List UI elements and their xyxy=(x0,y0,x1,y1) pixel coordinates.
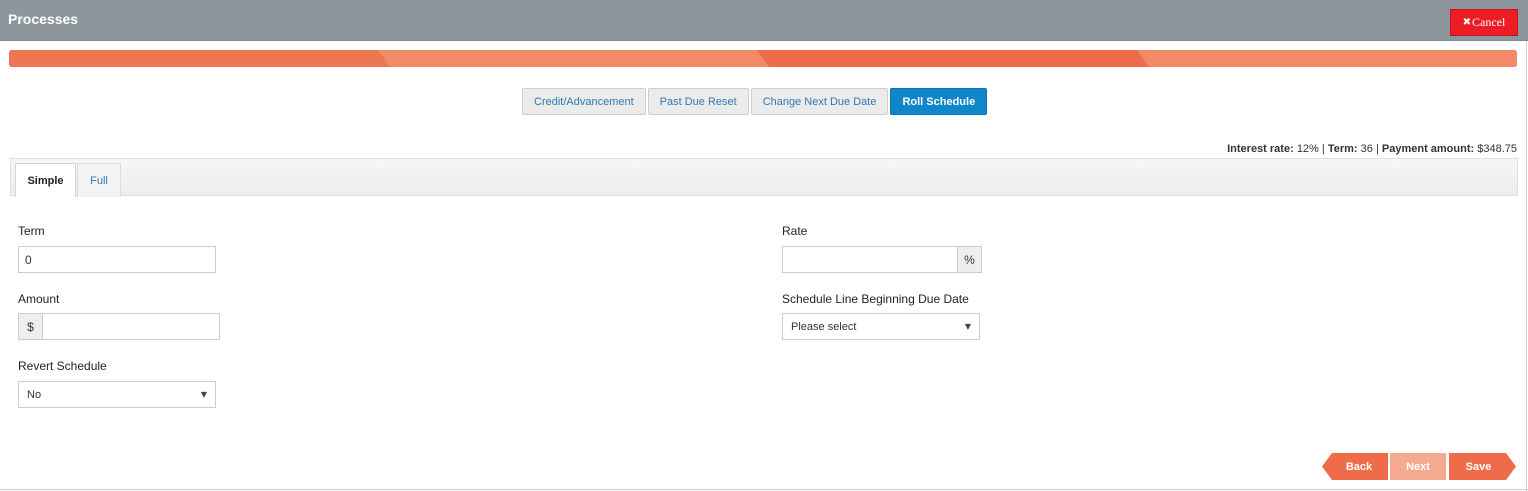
amount-field-label: Amount xyxy=(18,292,60,306)
change-next-due-date-button[interactable]: Change Next Due Date xyxy=(750,88,889,115)
roll-schedule-button[interactable]: Roll Schedule xyxy=(890,88,988,115)
separator-2: | xyxy=(1375,143,1379,155)
amount-input[interactable] xyxy=(42,313,220,340)
schedule-line-select[interactable]: Please select ▼ xyxy=(782,313,980,340)
loan-summary: Interest rate: 12% | Term: 36 | Payment … xyxy=(1227,143,1517,155)
separator-1: | xyxy=(1321,143,1325,155)
progress-segment-1 xyxy=(9,50,390,67)
rate-field-label: Rate xyxy=(782,224,808,238)
term-input[interactable]: 0 xyxy=(18,246,216,273)
term-field-label: Term xyxy=(18,224,45,238)
back-button[interactable]: Back xyxy=(1322,453,1388,480)
interest-rate-value: 12% xyxy=(1296,143,1319,155)
bottom-divider xyxy=(0,489,1528,490)
tab-full[interactable]: Full xyxy=(77,163,121,197)
term-label: Term: xyxy=(1327,143,1358,155)
progress-segment-2 xyxy=(378,50,769,67)
wizard-progress-bar xyxy=(9,50,1517,67)
interest-rate-label: Interest rate: xyxy=(1227,143,1294,155)
credit-advancement-button[interactable]: Credit/Advancement xyxy=(522,88,646,115)
progress-segment-3 xyxy=(757,50,1149,67)
save-button[interactable]: Save xyxy=(1449,453,1516,480)
close-icon: ✖ xyxy=(1462,17,1472,28)
cancel-button-label: Cancel xyxy=(1472,15,1506,29)
rate-input[interactable] xyxy=(782,246,959,273)
term-value: 36 xyxy=(1360,143,1373,155)
chevron-down-icon: ▼ xyxy=(964,322,971,331)
past-due-reset-button[interactable]: Past Due Reset xyxy=(647,88,749,115)
schedule-line-selected: Please select xyxy=(791,320,857,333)
progress-segment-4 xyxy=(1137,50,1517,67)
cancel-button[interactable]: ✖ Cancel xyxy=(1450,9,1518,36)
payment-amount-value: $348.75 xyxy=(1477,143,1517,155)
revert-schedule-select[interactable]: No ▼ xyxy=(18,381,216,408)
chevron-down-icon: ▼ xyxy=(200,390,207,399)
tabs-bar: Simple Full xyxy=(10,158,1518,197)
tab-simple[interactable]: Simple xyxy=(15,163,76,197)
next-button[interactable]: Next xyxy=(1390,453,1446,480)
revert-schedule-field-label: Revert Schedule xyxy=(18,359,107,373)
right-divider xyxy=(1526,41,1527,491)
revert-schedule-selected: No xyxy=(27,388,42,401)
payment-amount-label: Payment amount: xyxy=(1381,143,1475,155)
dollar-addon: $ xyxy=(18,313,43,340)
process-action-bar: Credit/Advancement Past Due Reset Change… xyxy=(522,88,988,115)
page-title: Processes xyxy=(8,11,79,27)
progress-segments xyxy=(9,50,1517,67)
percent-addon: % xyxy=(957,246,982,273)
header-bar: Processes ✖ Cancel xyxy=(0,0,1528,41)
schedule-line-field-label: Schedule Line Beginning Due Date xyxy=(782,292,969,306)
